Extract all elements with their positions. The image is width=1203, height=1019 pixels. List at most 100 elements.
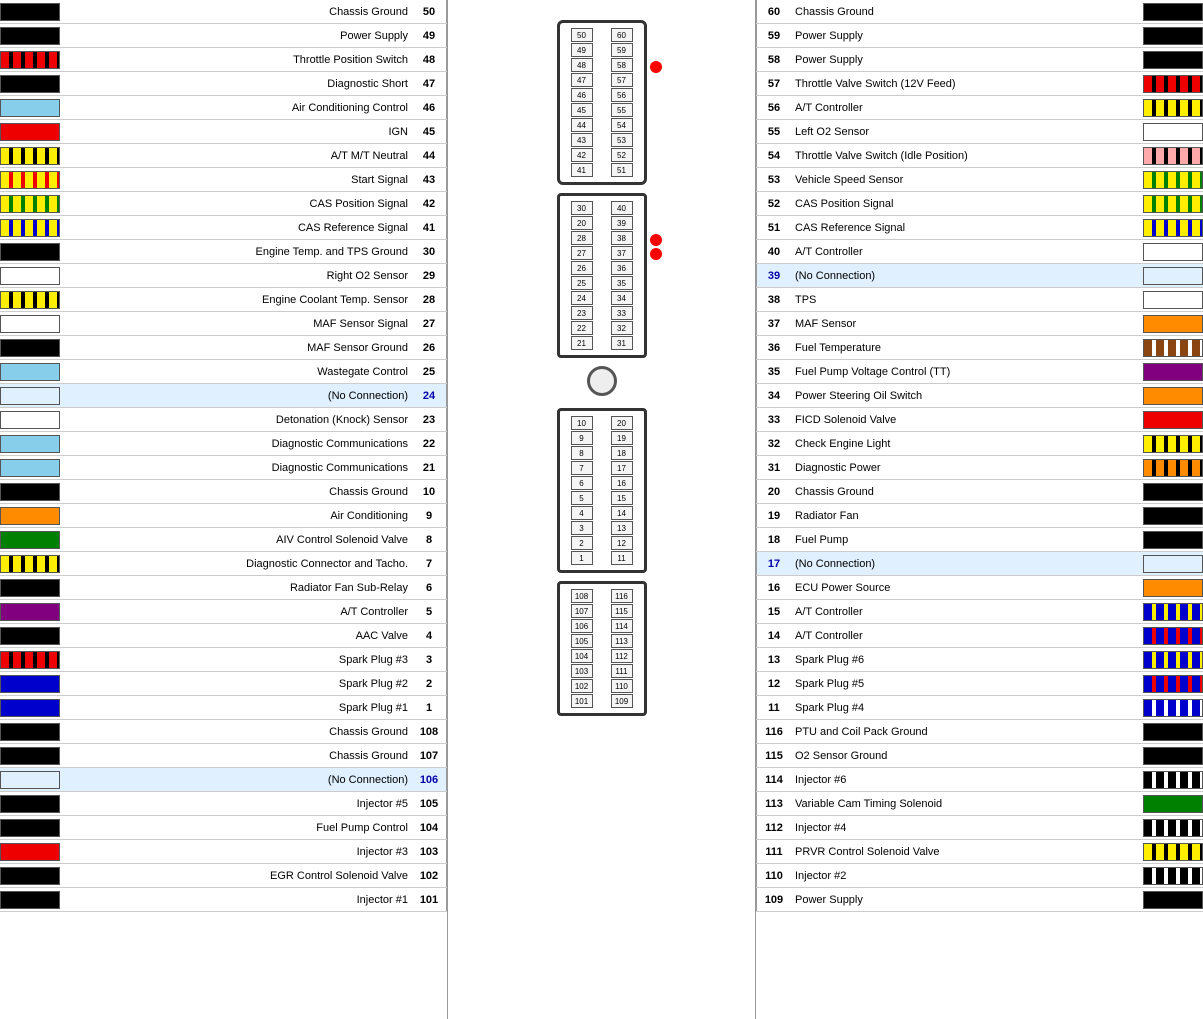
pin-label: Spark Plug #2 [60,678,412,690]
conn-cell: 27 [571,246,593,260]
conn-cell: 4 [571,506,593,520]
wire-color-swatch [1143,843,1203,861]
pin-label: Air Conditioning [60,510,412,522]
wire-color-swatch [0,339,60,357]
wire-color-swatch [1143,867,1203,885]
pin-row: 26MAF Sensor Ground [0,336,447,360]
conn-row: 48 58 [562,58,642,72]
pin-number: 106 [412,768,447,791]
conn-cell: 35 [611,276,633,290]
wire-color-swatch [0,531,60,549]
wire-color-swatch [0,75,60,93]
conn-cell: 53 [611,133,633,147]
pin-label: Chassis Ground [791,6,1143,18]
pin-row: 39(No Connection) [756,264,1203,288]
conn-cell: 109 [611,694,633,708]
conn-cell: 24 [571,291,593,305]
pin-row: 58Power Supply [756,48,1203,72]
pin-label: FICD Solenoid Valve [791,414,1143,426]
pin-label: Start Signal [60,174,412,186]
pin-number: 11 [756,696,791,719]
pin-number: 22 [412,432,447,455]
wire-color-swatch [0,27,60,45]
pin-row: 43Start Signal [0,168,447,192]
pin-number: 10 [412,480,447,503]
pin-label: Chassis Ground [60,726,412,738]
conn-cell: 39 [611,216,633,230]
pin-label: Wastegate Control [60,366,412,378]
wire-color-swatch [1143,411,1203,429]
conn-cell: 57 [611,73,633,87]
pin-label: CAS Position Signal [60,198,412,210]
conn-cell: 9 [571,431,593,445]
pin-number: 35 [756,360,791,383]
wire-color-swatch [0,867,60,885]
pin-row: 102EGR Control Solenoid Valve [0,864,447,888]
pin-number: 26 [412,336,447,359]
pin-number: 59 [756,24,791,47]
right-panel: 60Chassis Ground59Power Supply58Power Su… [755,0,1203,1019]
wire-color-swatch [0,171,60,189]
pin-number: 2 [412,672,447,695]
conn-cell: 104 [571,649,593,663]
pin-label: Engine Temp. and TPS Ground [60,246,412,258]
conn-row: 107 115 [562,604,642,618]
pin-label: Spark Plug #6 [791,654,1143,666]
pin-number: 19 [756,504,791,527]
pin-number: 49 [412,24,447,47]
pin-label: PRVR Control Solenoid Valve [791,846,1143,858]
wire-color-swatch [1143,99,1203,117]
pin-row: 49Power Supply [0,24,447,48]
conn-cell: 54 [611,118,633,132]
pin-row: 15A/T Controller [756,600,1203,624]
wire-color-swatch [1143,267,1203,285]
pin-row: 52CAS Position Signal [756,192,1203,216]
conn-cell: 52 [611,148,633,162]
conn-row: 30 40 [562,201,642,215]
pin-label: AIV Control Solenoid Valve [60,534,412,546]
pin-label: Power Supply [791,894,1143,906]
pin-row: 16ECU Power Source [756,576,1203,600]
wire-color-swatch [0,411,60,429]
pin-number: 31 [756,456,791,479]
wire-color-swatch [1143,675,1203,693]
conn-row: 105 113 [562,634,642,648]
pin-number: 28 [412,288,447,311]
wire-color-swatch [0,603,60,621]
pin-label: (No Connection) [791,558,1143,570]
pin-label: EGR Control Solenoid Valve [60,870,412,882]
wire-color-swatch [1143,123,1203,141]
wire-color-swatch [1143,603,1203,621]
pin-label: (No Connection) [60,774,412,786]
pin-row: 30Engine Temp. and TPS Ground [0,240,447,264]
pin-label: IGN [60,126,412,138]
main-page: 50Chassis Ground49Power Supply48Throttle… [0,0,1203,1019]
pin-row: 107Chassis Ground [0,744,447,768]
pin-number: 52 [756,192,791,215]
pin-number: 6 [412,576,447,599]
pin-row: 34Power Steering Oil Switch [756,384,1203,408]
conn-cell: 50 [571,28,593,42]
pin-number: 4 [412,624,447,647]
pin-number: 14 [756,624,791,647]
conn-cell: 55 [611,103,633,117]
pin-row: 29Right O2 Sensor [0,264,447,288]
pin-label: Air Conditioning Control [60,102,412,114]
pin-number: 24 [412,384,447,407]
pin-row: 13Spark Plug #6 [756,648,1203,672]
pin-label: Diagnostic Power [791,462,1143,474]
pin-number: 51 [756,216,791,239]
conn-cell: 49 [571,43,593,57]
conn-row: 45 55 [562,103,642,117]
pin-label: Chassis Ground [791,486,1143,498]
conn-row: 47 57 [562,73,642,87]
wire-color-swatch [0,387,60,405]
pin-number: 113 [756,792,791,815]
pin-label: A/T Controller [791,606,1143,618]
wire-color-swatch [1143,723,1203,741]
pin-number: 20 [756,480,791,503]
conn-cell: 7 [571,461,593,475]
conn-cell: 10 [571,416,593,430]
pin-row: 106(No Connection) [0,768,447,792]
conn-cell: 17 [611,461,633,475]
